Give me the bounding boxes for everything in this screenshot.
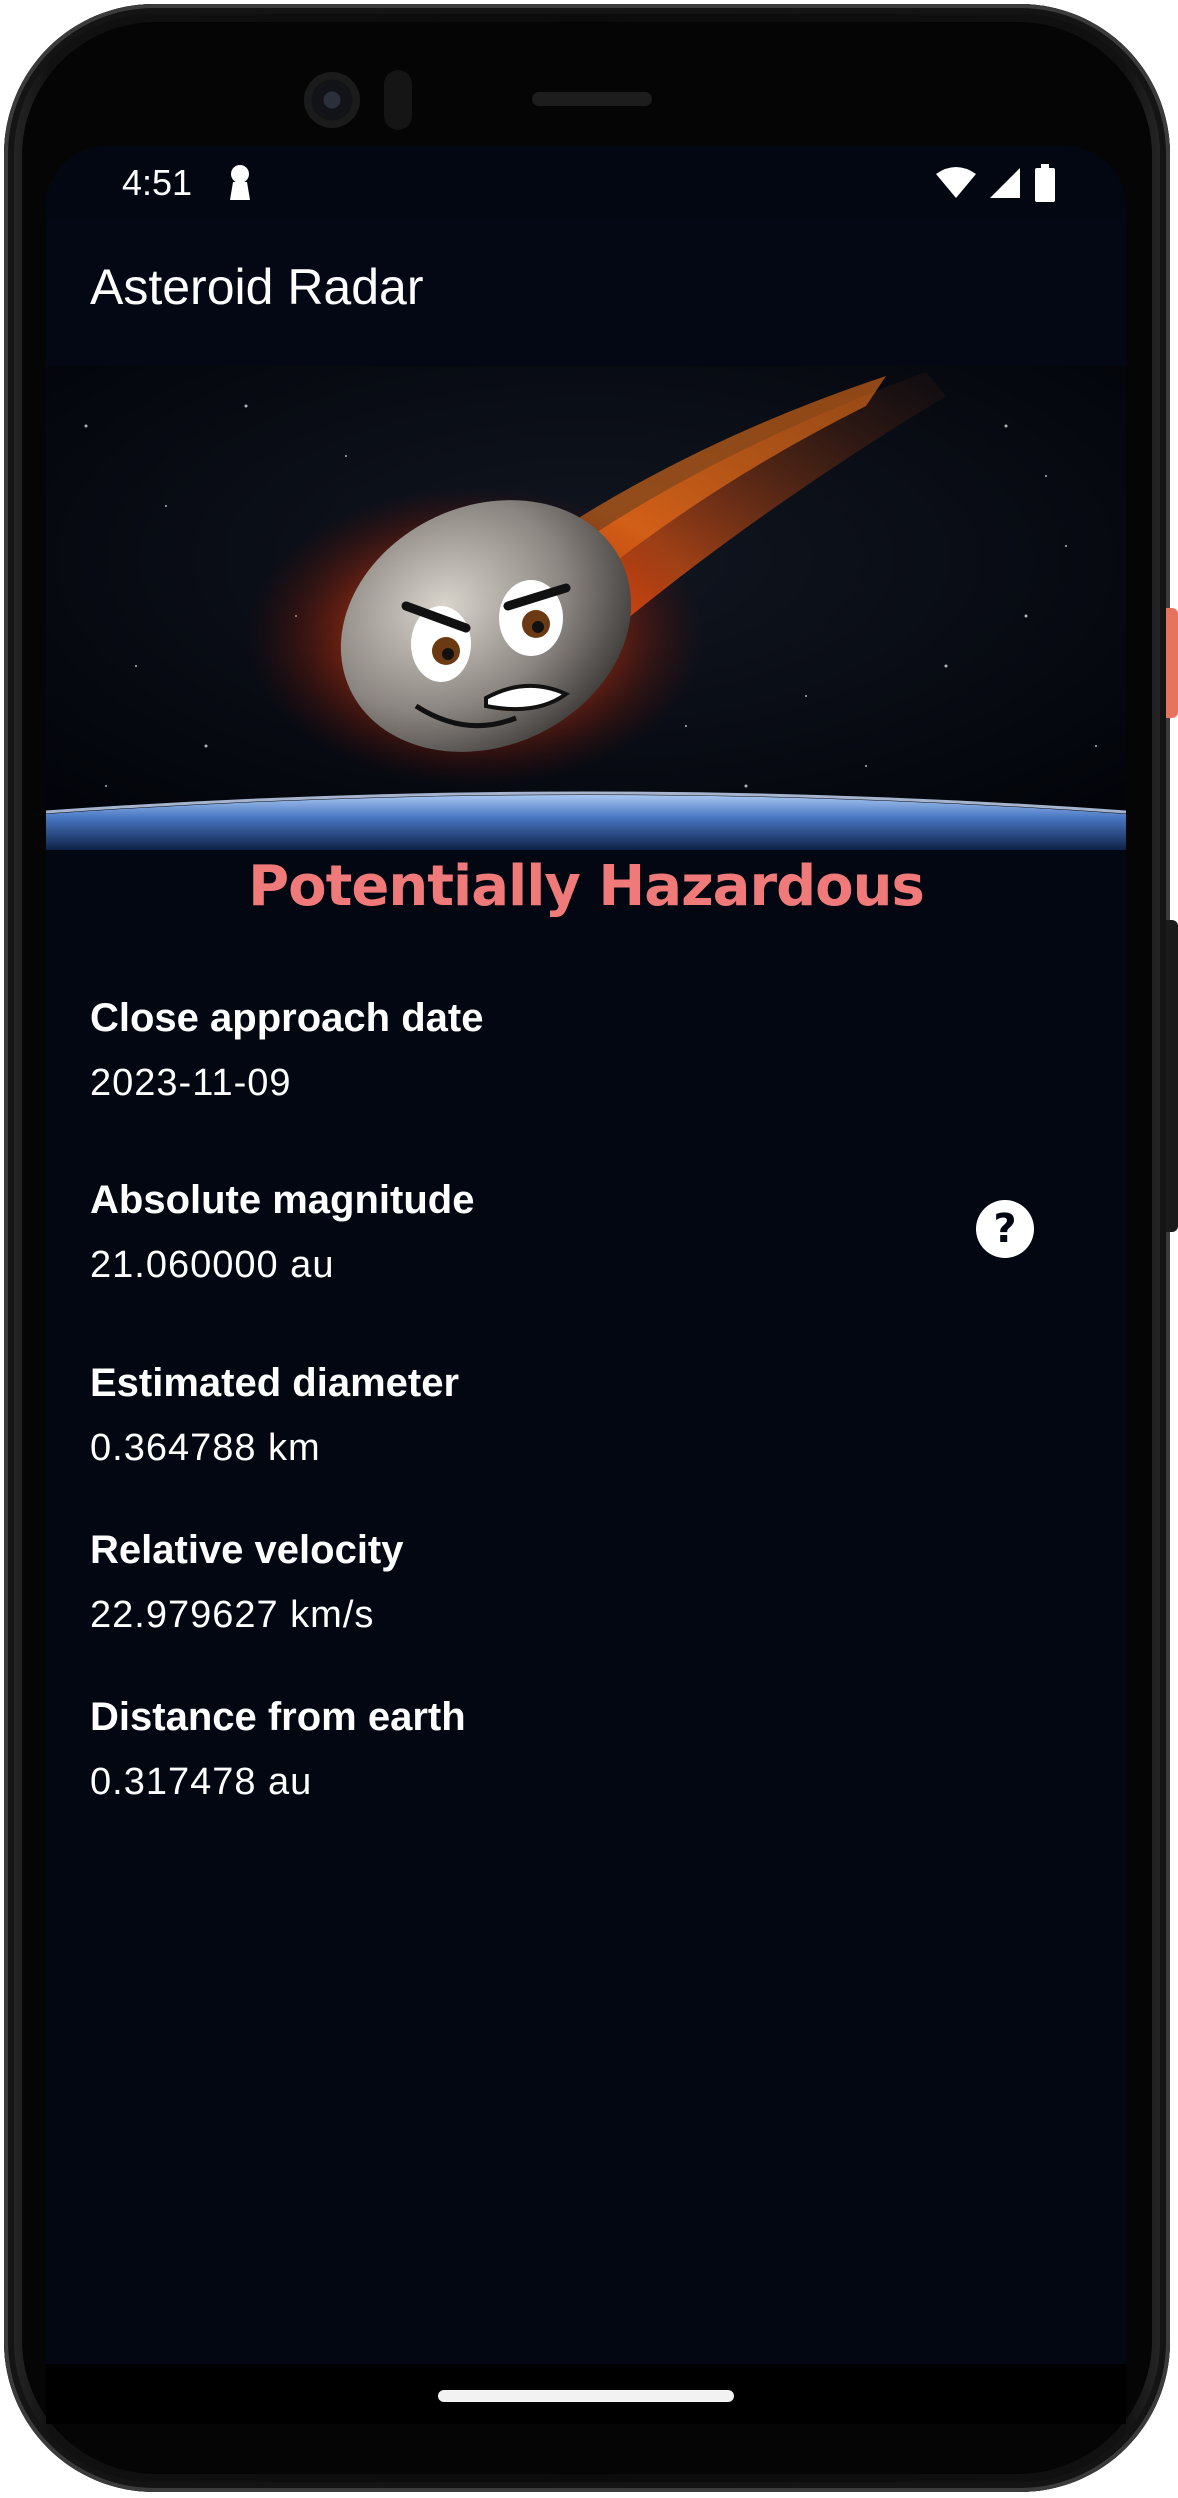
help-circle-icon[interactable]: ? xyxy=(976,1200,1034,1258)
detail-relative-velocity: Relative velocity 22.979627 km/s xyxy=(90,1526,970,1638)
detail-close-approach-date: Close approach date 2023-11-09 xyxy=(90,994,970,1106)
status-icons xyxy=(936,164,1056,206)
front-camera xyxy=(304,72,360,128)
detail-value: 0.317478 au xyxy=(90,1761,313,1803)
navigation-bar xyxy=(46,2364,1126,2424)
detail-label: Absolute magnitude xyxy=(90,1178,475,1222)
home-indicator[interactable] xyxy=(438,2390,734,2402)
detail-label: Relative velocity xyxy=(90,1528,404,1572)
cell-signal-icon xyxy=(988,166,1022,204)
power-button xyxy=(1166,608,1178,718)
app-title: Asteroid Radar xyxy=(90,259,424,315)
volume-button xyxy=(1166,920,1178,1232)
detail-label: Distance from earth xyxy=(90,1695,466,1739)
detail-value: 22.979627 km/s xyxy=(90,1594,375,1636)
hazard-image xyxy=(46,366,1126,850)
screen: 4:51 Asteroid Radar Potentially Hazardou… xyxy=(46,146,1126,2424)
battery-icon xyxy=(1034,164,1056,206)
detail-label: Estimated diameter xyxy=(90,1361,460,1405)
wifi-icon xyxy=(936,166,976,204)
detail-label: Close approach date xyxy=(90,996,484,1040)
status-time: 4:51 xyxy=(122,162,193,203)
detail-value: 21.060000 au xyxy=(90,1244,335,1286)
detail-value: 0.364788 km xyxy=(90,1427,321,1469)
detail-value: 2023-11-09 xyxy=(90,1062,292,1104)
status-bar: 4:51 xyxy=(46,146,1126,218)
lock-keyhole-icon xyxy=(222,162,258,202)
detail-distance-from-earth: Distance from earth 0.317478 au xyxy=(90,1693,970,1805)
earpiece-speaker xyxy=(532,92,652,106)
hazard-status-label: Potentially Hazardous xyxy=(248,854,925,919)
proximity-sensor xyxy=(384,70,412,130)
detail-estimated-diameter: Estimated diameter 0.364788 km xyxy=(90,1359,970,1471)
app-bar: Asteroid Radar xyxy=(46,218,1126,366)
detail-absolute-magnitude: Absolute magnitude 21.060000 au xyxy=(90,1176,970,1288)
